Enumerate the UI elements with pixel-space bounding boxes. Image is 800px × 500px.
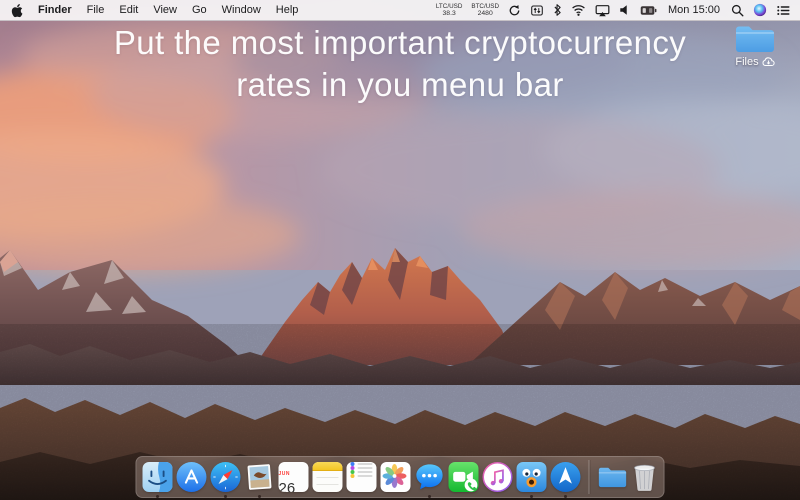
refresh-icon[interactable] <box>508 0 521 20</box>
calendar-icon: JUN 26 <box>279 462 309 492</box>
dock-item-safari[interactable] <box>211 462 241 492</box>
dock-item-photos[interactable] <box>381 462 411 492</box>
updown-box-icon[interactable] <box>530 0 544 20</box>
ticker-pair: BTC/USD <box>471 3 499 10</box>
ticker-ltc-usd[interactable]: LTC/USD 38.3 <box>436 3 462 17</box>
dock-item-finder[interactable] <box>143 462 173 492</box>
menu-item-help[interactable]: Help <box>276 4 299 16</box>
menu-item-view[interactable]: View <box>153 4 177 16</box>
apple-menu-icon[interactable] <box>10 0 23 20</box>
ticker-pair: LTC/USD <box>436 3 462 10</box>
menu-item-edit[interactable]: Edit <box>119 4 138 16</box>
running-indicator <box>224 495 227 498</box>
folder-icon <box>734 23 776 54</box>
calendar-month: JUN <box>279 471 291 477</box>
dock-item-calendar[interactable]: JUN 26 <box>279 462 309 492</box>
notification-center-icon[interactable] <box>776 0 791 20</box>
menu-item-finder[interactable]: Finder <box>38 4 72 16</box>
dock-item-tweetbot[interactable] <box>517 462 547 492</box>
dock-item-spark[interactable] <box>551 462 581 492</box>
dock-separator <box>589 460 590 494</box>
dock-item-downloads-folder[interactable] <box>598 462 628 492</box>
wifi-icon[interactable] <box>571 0 586 20</box>
running-indicator <box>530 495 533 498</box>
volume-icon[interactable] <box>619 0 631 20</box>
dock-item-notes[interactable] <box>313 462 343 492</box>
dock-item-itunes[interactable] <box>483 462 513 492</box>
ticker-price: 38.3 <box>443 10 456 17</box>
ticker-btc-usd[interactable]: BTC/USD 2480 <box>471 3 499 17</box>
desktop-icon-files[interactable]: Files <box>722 23 788 68</box>
battery-icon[interactable] <box>640 0 657 20</box>
dock-item-messages[interactable] <box>415 462 445 492</box>
running-indicator <box>428 495 431 498</box>
dock: JUN 26 <box>136 456 665 498</box>
calendar-day: 26 <box>279 480 296 492</box>
menu-bar: Finder File Edit View Go Window Help LTC… <box>0 0 800 21</box>
ticker-price: 2480 <box>478 10 493 17</box>
menu-clock[interactable]: Mon 15:00 <box>668 4 720 16</box>
dock-item-preview[interactable] <box>245 462 275 492</box>
macos-desktop: Finder File Edit View Go Window Help LTC… <box>0 0 800 500</box>
search-icon[interactable] <box>731 0 744 20</box>
running-indicator <box>258 495 261 498</box>
dock-item-trash[interactable] <box>632 462 658 492</box>
dock-item-app-store[interactable] <box>177 462 207 492</box>
notes-icon <box>313 462 343 492</box>
sierra-mountain-wallpaper <box>0 0 800 500</box>
bluetooth-icon[interactable] <box>553 0 562 20</box>
icloud-download-icon <box>762 57 775 67</box>
photos-icon <box>381 462 411 492</box>
menu-item-go[interactable]: Go <box>192 4 207 16</box>
airplay-display-icon[interactable] <box>595 0 610 20</box>
reminders-icon <box>347 462 377 492</box>
desktop-icon-label: Files <box>735 56 758 68</box>
menu-item-file[interactable]: File <box>87 4 105 16</box>
running-indicator <box>564 495 567 498</box>
dock-item-facetime[interactable] <box>449 462 479 492</box>
dock-item-reminders[interactable] <box>347 462 377 492</box>
siri-icon[interactable] <box>753 0 767 20</box>
menu-item-window[interactable]: Window <box>222 4 261 16</box>
running-indicator <box>156 495 159 498</box>
